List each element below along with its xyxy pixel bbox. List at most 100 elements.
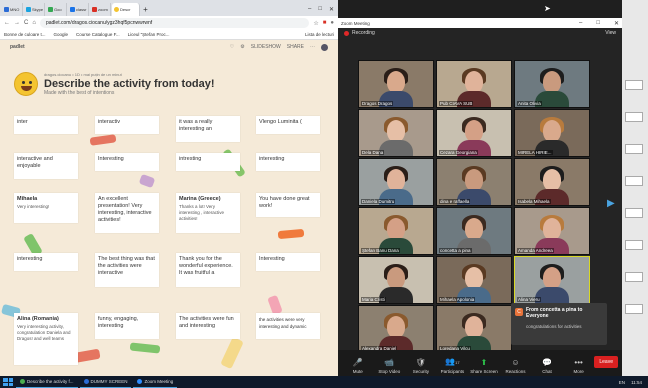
browser-tab-active[interactable]: Descr — [112, 3, 140, 16]
share-screen-button[interactable]: ⬆ Share Screen — [468, 358, 500, 374]
browser-tab[interactable]: Skype — [24, 3, 45, 16]
participant-video-tile[interactable]: Loredana Vilcu — [436, 305, 512, 353]
bookmark-item[interactable]: Bonne de culoare t... — [4, 32, 46, 37]
view-button[interactable]: View — [605, 30, 616, 36]
desktop-file-icon[interactable] — [625, 304, 643, 314]
system-tray: EN 11:54 — [619, 380, 648, 385]
participant-video-tile[interactable]: Daniela Dumitru — [358, 158, 434, 206]
toolbar-label: Security — [412, 369, 429, 374]
browser-tab[interactable]: zoom — [90, 3, 111, 16]
minimize-icon[interactable]: – — [579, 20, 582, 27]
bookmark-item[interactable]: Google — [54, 32, 69, 37]
extension-icon[interactable]: ■ — [323, 20, 327, 26]
padlet-post[interactable]: funny, engaging, interesting — [95, 313, 159, 339]
desktop-file-icon[interactable] — [625, 272, 643, 282]
slideshow-button[interactable]: SLIDESHOW — [251, 44, 281, 50]
back-icon[interactable]: ← — [4, 20, 10, 26]
taskbar-item[interactable]: Zoom Meeting — [133, 376, 178, 388]
minimize-icon[interactable]: – — [308, 6, 311, 13]
share-button[interactable]: SHARE — [287, 44, 304, 50]
bookmark-item[interactable]: Liceul "Ștefan Proc... — [128, 32, 170, 37]
avatar[interactable] — [321, 43, 328, 51]
mute-button[interactable]: 🎤 Mute — [342, 358, 374, 374]
chat-button[interactable]: 💬 Chat — [531, 358, 563, 374]
desktop-file-icon[interactable] — [625, 176, 643, 186]
participant-video-tile[interactable]: Ștefan Banu Dana — [358, 207, 434, 255]
participant-video-tile[interactable]: Dela Dana — [358, 109, 434, 157]
padlet-post[interactable]: Alina (Romania) Very interesting activity… — [14, 313, 78, 365]
new-tab-button[interactable]: + — [141, 3, 150, 16]
padlet-post[interactable]: Mihaela Very interesting! — [14, 193, 78, 223]
participant-video-tile[interactable]: MIRELA HIRIE... — [514, 109, 590, 157]
padlet-post[interactable]: interesting — [256, 153, 320, 171]
padlet-post[interactable]: interesting — [14, 253, 78, 271]
padlet-post[interactable]: interactiv — [95, 116, 159, 134]
leave-meeting-button[interactable]: Leave — [594, 356, 618, 368]
participant-video-tile[interactable]: dina e raffaella — [436, 158, 512, 206]
desktop-file-icon[interactable] — [625, 112, 643, 122]
desktop-file-icon[interactable] — [625, 208, 643, 218]
browser-tab[interactable]: Goo — [46, 3, 67, 16]
bookmark-item[interactable]: Course Catalogue F... — [76, 32, 120, 37]
participant-video-tile[interactable]: Mihaela Apolonia — [436, 256, 512, 304]
padlet-post[interactable]: Vlengo Luminita ( — [256, 116, 320, 134]
padlet-post[interactable]: it was a really interesting an — [176, 116, 240, 142]
reading-list[interactable]: Lista de lecturi — [305, 32, 334, 37]
participants-button[interactable]: 👥17 Participants — [437, 357, 469, 374]
participant-video-tile[interactable]: Dragos Dragos — [358, 60, 434, 108]
participant-video-tile[interactable]: concetta a pina — [436, 207, 512, 255]
padlet-post[interactable]: inter — [14, 116, 78, 134]
stop-video-button[interactable]: 📹 Stop Video — [374, 358, 406, 374]
more-icon[interactable]: ⋯ — [310, 44, 315, 50]
participant-video-tile[interactable]: Maria Cristi — [358, 256, 434, 304]
more-button[interactable]: ••• More — [563, 358, 595, 374]
desktop-file-icon[interactable] — [625, 144, 643, 154]
url-input[interactable]: padlet.com/dragos.ciocanu/ygz3hqf5pcnwwr… — [39, 18, 310, 28]
participant-video-tile[interactable]: Alina Vieru — [514, 256, 590, 304]
participant-video-tile[interactable]: Alexandra Daniel — [358, 305, 434, 353]
star-icon[interactable]: ☆ — [313, 20, 318, 27]
desktop-file-icon[interactable] — [625, 240, 643, 250]
profile-icon[interactable]: ● — [330, 20, 334, 26]
browser-tab[interactable]: classr — [68, 3, 89, 16]
home-icon[interactable]: ⌂ — [32, 20, 36, 26]
padlet-post[interactable]: Marina (Greece) Thanks a lot! Very intere… — [176, 193, 240, 233]
reload-icon[interactable]: C — [24, 20, 28, 26]
gear-icon[interactable]: ⚙ — [240, 44, 244, 50]
participant-video-tile[interactable]: Pub CIAVA SUB — [436, 60, 512, 108]
padlet-post[interactable]: Interesting — [95, 153, 159, 171]
close-icon[interactable]: ✕ — [614, 20, 619, 27]
chat-notification[interactable]: C From concetta a pina to Everyone congr… — [511, 303, 607, 345]
participant-video-tile[interactable]: Amanda Andreea — [514, 207, 590, 255]
taskbar-item[interactable]: Describe the activity f... — [16, 376, 78, 388]
participant-video-tile[interactable]: Anita Olivia — [514, 60, 590, 108]
heart-icon[interactable]: ♡ — [230, 44, 234, 50]
post-title: interesting — [17, 256, 43, 262]
clock[interactable]: 11:54 — [631, 380, 642, 385]
padlet-post[interactable]: The best thing was that the activities w… — [95, 253, 159, 287]
next-page-icon[interactable]: ▶ — [607, 198, 615, 209]
padlet-post[interactable]: The activities were fun and interesting — [176, 313, 240, 339]
maximize-icon[interactable]: □ — [318, 6, 322, 13]
close-icon[interactable]: ✕ — [329, 6, 334, 13]
desktop-file-icon[interactable] — [625, 80, 643, 90]
padlet-post[interactable]: intresting — [176, 153, 240, 171]
participant-video-tile[interactable]: Cezara Georgiana — [436, 109, 512, 157]
recording-label: Recording — [352, 30, 375, 36]
security-button[interactable]: 🛡 Security — [405, 358, 437, 374]
padlet-post[interactable]: Interesting — [256, 253, 320, 271]
windows-start-icon[interactable] — [3, 378, 13, 386]
taskbar-item[interactable]: DUMMY SCREEN — [79, 376, 132, 388]
maximize-icon[interactable]: □ — [596, 20, 600, 27]
padlet-post[interactable]: interactive and enjoyable — [14, 153, 78, 179]
language-indicator[interactable]: EN — [619, 380, 625, 385]
padlet-post[interactable]: You have done great work! — [256, 193, 320, 217]
padlet-logo[interactable]: padlet — [10, 44, 25, 50]
padlet-post[interactable]: Thank you for the wonderful experience. … — [176, 253, 240, 287]
forward-icon[interactable]: → — [14, 20, 20, 26]
padlet-post[interactable]: the activities were very interesting and… — [256, 313, 320, 339]
reactions-button[interactable]: ☺ Reactions — [500, 358, 532, 374]
browser-tab[interactable]: MNO — [2, 3, 23, 16]
padlet-post[interactable]: An excellent presentation! Very interest… — [95, 193, 159, 233]
participant-video-tile[interactable]: Isabela Mihaela — [514, 158, 590, 206]
